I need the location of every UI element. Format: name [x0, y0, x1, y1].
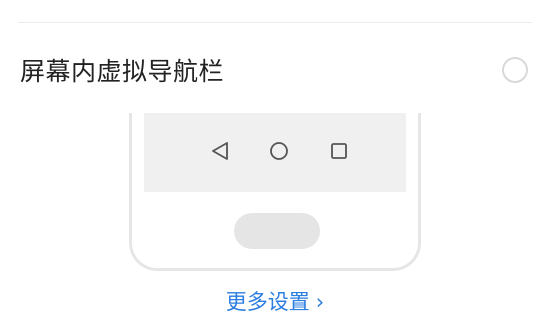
nav-bar-preview [144, 113, 406, 192]
more-settings-link[interactable]: 更多设置 › [0, 286, 550, 316]
option-label: 屏幕内虚拟导航栏 [20, 57, 225, 86]
chevron-right-icon: › [315, 290, 325, 314]
phone-illustration [129, 113, 421, 271]
navigation-settings-page: 屏幕内虚拟导航栏 更多设置 › [0, 0, 550, 325]
physical-home-button [234, 213, 320, 249]
radio-button[interactable] [502, 57, 528, 83]
divider [18, 22, 532, 23]
back-triangle-icon [212, 142, 228, 160]
on-screen-nav-option[interactable]: 屏幕内虚拟导航栏 [0, 30, 550, 110]
home-circle-icon [270, 142, 288, 160]
recent-apps-square-icon [331, 143, 347, 159]
more-settings-label: 更多设置 [225, 290, 310, 314]
